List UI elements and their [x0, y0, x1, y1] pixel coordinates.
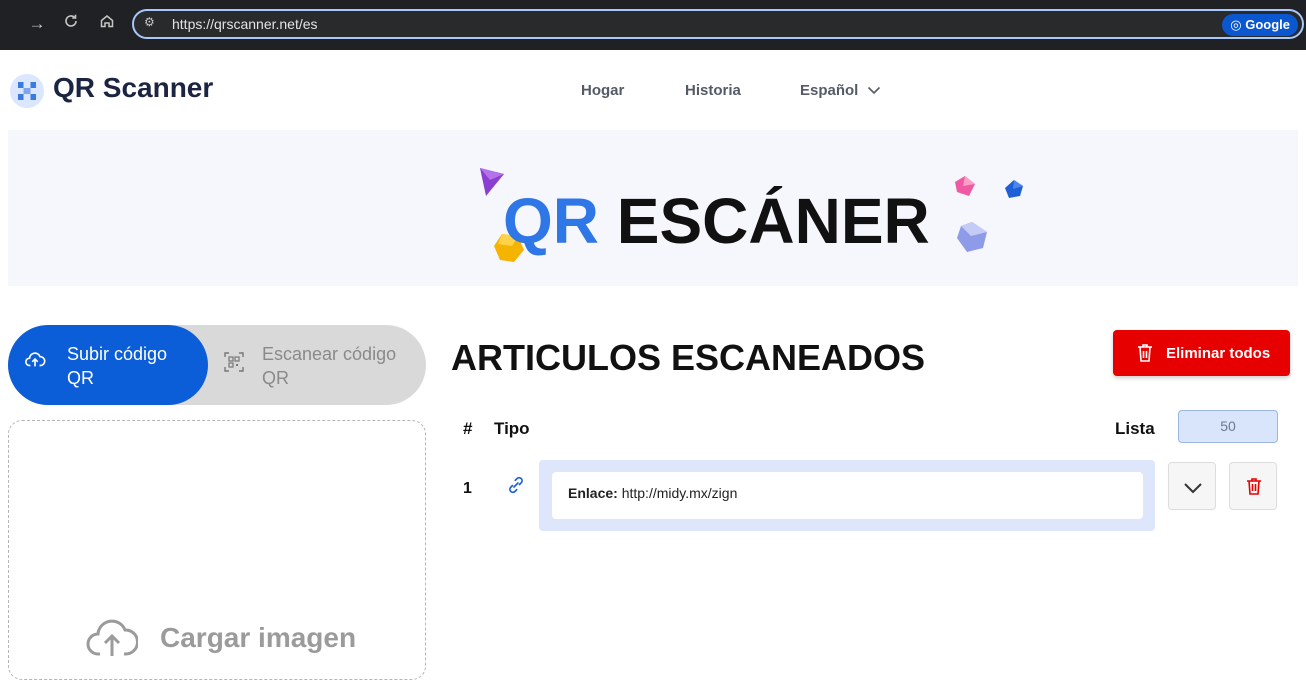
expand-item-button[interactable] — [1168, 462, 1216, 510]
tab-scan-label[interactable]: Escanear código QR — [262, 342, 422, 390]
lavender-gem-icon — [957, 222, 987, 252]
upload-image-label[interactable]: Cargar imagen — [160, 622, 356, 654]
scanned-item-text[interactable]: Enlace: http://midy.mx/zign — [568, 485, 737, 501]
link-icon — [509, 476, 523, 494]
item-url[interactable]: http://midy.mx/zign — [622, 485, 738, 501]
cloud-upload-large-icon — [86, 619, 138, 656]
delete-all-label: Eliminar todos — [1166, 345, 1271, 362]
list-label: Lista — [1115, 419, 1155, 438]
tab-upload-label[interactable]: Subir código QR — [67, 342, 197, 390]
logo-icon[interactable] — [10, 74, 44, 108]
nav-hogar[interactable]: Hogar — [581, 82, 624, 99]
brand-name[interactable]: QR Scanner — [53, 72, 213, 104]
address-bar[interactable]: ⚙ https://qrscanner.net/es ◎ Google — [132, 9, 1304, 39]
language-label: Español — [800, 82, 859, 99]
chevron-down-icon — [867, 86, 880, 95]
site-info-icon[interactable]: ⚙ — [144, 15, 155, 29]
nav-language[interactable]: Español — [800, 82, 881, 99]
col-type-header: Tipo — [494, 419, 530, 438]
trash-icon — [1138, 344, 1152, 362]
cloud-upload-icon — [25, 352, 46, 367]
item-number: 1 — [463, 480, 472, 497]
delete-all-button[interactable]: Eliminar todos — [1113, 330, 1290, 376]
trash-icon — [1247, 478, 1261, 495]
chevron-down-icon — [1184, 483, 1202, 494]
blue-gem-icon — [1005, 180, 1023, 198]
google-lens-icon: ◎ — [1230, 17, 1246, 32]
col-number-header: # — [463, 419, 473, 438]
home-icon[interactable] — [96, 13, 118, 35]
delete-item-button[interactable] — [1229, 462, 1277, 510]
pink-gem-icon — [955, 176, 975, 196]
google-lens-button[interactable]: ◎ Google — [1222, 14, 1298, 36]
browser-toolbar: → ⚙ https://qrscanner.net/es ◎ Google — [0, 0, 1306, 50]
forward-icon[interactable]: → — [26, 13, 48, 35]
google-label: Google — [1245, 17, 1290, 32]
list-size-select[interactable]: 50 — [1178, 410, 1278, 443]
url-text[interactable]: https://qrscanner.net/es — [172, 16, 318, 32]
nav-historia[interactable]: Historia — [685, 82, 741, 99]
hero-title: QR ESCÁNER — [503, 184, 930, 258]
item-type-label: Enlace: — [568, 485, 618, 501]
qr-scan-icon[interactable] — [224, 352, 244, 372]
hero-title-qr: QR — [503, 185, 599, 257]
scanned-items-title: ARTICULOS ESCANEADOS — [451, 337, 926, 378]
reload-icon[interactable] — [60, 13, 82, 35]
hero-title-escaner: ESCÁNER — [616, 185, 930, 257]
purple-gem-icon — [480, 168, 504, 196]
